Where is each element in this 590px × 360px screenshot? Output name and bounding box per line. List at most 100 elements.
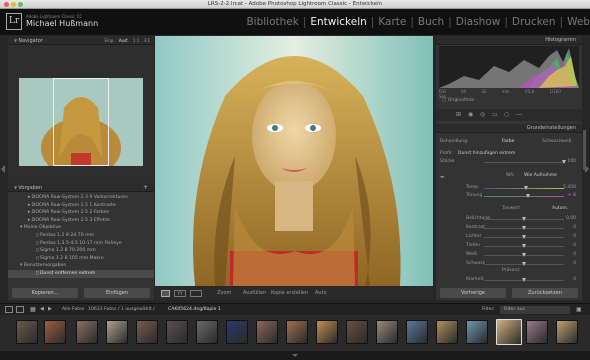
module-entwickeln[interactable]: Entwickeln (310, 16, 366, 28)
preset-item[interactable]: ▸ DOCMA Raw-System 2.5 3 Effekte (8, 217, 154, 225)
profile-value[interactable]: Dunst hinzufügen extrem (458, 151, 515, 156)
treatment-bw[interactable]: Schwarzweiß (542, 139, 571, 144)
filter-lock-icon[interactable]: ▣ (576, 306, 582, 313)
preset-item[interactable]: ▾ Benutzervorgaben (8, 262, 154, 270)
basic-header[interactable]: Grundeinstellungen (436, 124, 582, 133)
preset-item[interactable]: ▸ DOCMA Raw-System 2.5 1 Kontraste (8, 202, 154, 210)
tone-slider-value[interactable]: 0 (573, 225, 576, 230)
filmstrip-thumbnail[interactable] (316, 320, 338, 344)
filmstrip-thumbnail[interactable] (526, 320, 548, 344)
presets-header[interactable]: ▼ Vorgaben + (8, 183, 154, 192)
tone-slider[interactable] (484, 253, 564, 257)
left-panel-toggle-icon[interactable] (1, 165, 5, 173)
filmstrip-filename[interactable]: CAK05624.dng/Kopie 1 (168, 307, 221, 312)
tone-slider-value[interactable]: 0 (573, 243, 576, 248)
tint-slider[interactable] (484, 194, 564, 198)
temp-value[interactable]: 5.450 (563, 185, 576, 190)
preset-item[interactable]: ▸ DOCMA Raw-System 2.5 2 Farben (8, 209, 154, 217)
navigator-preview[interactable] (8, 45, 154, 183)
preset-item[interactable]: ▯ Sigma 1.2 8 105 mm Makro (8, 255, 154, 263)
soft-proof-label[interactable]: Kopie erstellen (271, 290, 308, 296)
paste-button[interactable]: Einfügen (84, 288, 150, 298)
tone-slider-value[interactable]: 0 (573, 261, 576, 266)
crop-tool-icon[interactable]: ⊞ (456, 111, 461, 118)
preset-item[interactable]: ▯ Dunst entfernen extrem (8, 269, 154, 278)
filmstrip-thumbnail[interactable] (226, 320, 248, 344)
filmstrip-thumbnail[interactable] (406, 320, 428, 344)
filmstrip-thumbnail[interactable] (376, 320, 398, 344)
tone-slider[interactable] (484, 226, 564, 230)
amount-slider[interactable] (484, 160, 566, 164)
module-buch[interactable]: Buch (418, 16, 444, 28)
temp-slider[interactable] (484, 186, 564, 190)
spot-removal-icon[interactable]: ◉ (468, 111, 473, 118)
zoom-fill[interactable]: Ausf. (119, 38, 129, 43)
navigator-header[interactable]: ▼ Navigator Einp. Ausf. 1:1 3:1 (8, 36, 154, 45)
clarity-value[interactable]: 0 (573, 277, 576, 282)
previous-button[interactable]: Vorherige (440, 288, 506, 298)
reset-button[interactable]: Zurücksetzen (512, 288, 578, 298)
module-drucken[interactable]: Drucken (512, 16, 556, 28)
histogram[interactable] (439, 46, 579, 88)
filmstrip-thumbnail[interactable] (436, 320, 458, 344)
filmstrip-thumbnail[interactable] (196, 320, 218, 344)
nav-back-icon[interactable]: ◀ (40, 306, 44, 312)
filmstrip-thumbnail[interactable] (556, 320, 578, 344)
nav-forward-icon[interactable]: ▶ (48, 306, 52, 312)
copy-button[interactable]: Kopieren... (12, 288, 78, 298)
filmstrip-thumbnail[interactable] (466, 320, 488, 344)
filmstrip-thumbnail[interactable] (16, 320, 38, 344)
screen-2-icon[interactable] (16, 306, 24, 313)
tone-slider[interactable] (484, 217, 564, 221)
module-bibliothek[interactable]: Bibliothek (246, 16, 298, 28)
wb-eyedropper-icon[interactable]: ✒ (440, 174, 445, 181)
tint-value[interactable]: + 8 (568, 193, 576, 198)
tone-slider[interactable] (484, 262, 564, 266)
tone-slider-value[interactable]: 0 (573, 234, 576, 239)
tone-slider-value[interactable]: 0,00 (566, 216, 576, 221)
filmstrip-thumbnail[interactable] (496, 319, 522, 345)
filter-select[interactable]: Filter aus (500, 306, 570, 314)
tone-slider[interactable] (484, 244, 564, 248)
graduated-filter-icon[interactable]: ▭ (492, 111, 498, 118)
auto-label[interactable]: Auto (315, 290, 327, 296)
red-eye-icon[interactable]: ◎ (480, 111, 485, 118)
filmstrip-thumbnail[interactable] (136, 320, 158, 344)
tone-auto-button[interactable]: Autom. (552, 206, 568, 211)
zoom-1-1[interactable]: 1:1 (133, 38, 139, 43)
main-photo[interactable] (155, 36, 433, 286)
tone-slider-value[interactable]: 0 (573, 252, 576, 257)
zoom-fit[interactable]: Einp. (105, 38, 115, 43)
preset-item[interactable]: ▯ Pentax 1.3.5-4.5 10-17 mm Fisheye (8, 240, 154, 248)
clarity-slider[interactable] (484, 278, 564, 282)
zoom-3-1[interactable]: 3:1 (144, 38, 150, 43)
filmstrip-thumbnail[interactable] (286, 320, 308, 344)
module-karte[interactable]: Karte (378, 16, 406, 28)
preset-item[interactable]: ▸ DOCMA Raw-System 2.3 9 Vorkorrekturen (8, 194, 154, 202)
filmstrip-thumbnail[interactable] (106, 320, 128, 344)
before-after-split-icon[interactable] (190, 290, 202, 297)
treatment-color[interactable]: Farbe (502, 139, 514, 144)
module-web[interactable]: Web (567, 16, 590, 28)
tone-slider[interactable] (484, 235, 564, 239)
filmstrip-thumbnail[interactable] (166, 320, 188, 344)
add-preset-icon[interactable]: + (143, 183, 148, 192)
screen-1-icon[interactable] (5, 306, 13, 313)
filmstrip-thumbnail[interactable] (346, 320, 368, 344)
amount-value[interactable]: 100 (567, 159, 576, 164)
loupe-view-icon[interactable] (161, 290, 170, 297)
module-diashow[interactable]: Diashow (456, 16, 501, 28)
filmstrip-toggle-icon[interactable] (292, 354, 298, 357)
preset-item[interactable]: ▯ Sigma 1.2 8 70-200 mm (8, 247, 154, 255)
preset-item[interactable]: ▯ Pentax 1.2 8-24 70 mm (8, 232, 154, 240)
filmstrip-source[interactable]: Alle Fotos (62, 307, 84, 312)
preset-item[interactable]: ▾ Meine Objektive (8, 224, 154, 232)
zoom-value[interactable]: Ausfüllen (243, 290, 266, 296)
before-after-icon[interactable]: YY (174, 290, 186, 297)
filmstrip-thumbnail[interactable] (256, 320, 278, 344)
histogram-header[interactable]: Histogramm (436, 36, 582, 45)
right-panel-scrollbar[interactable] (583, 130, 586, 170)
brush-tool-icon[interactable]: — (516, 111, 522, 118)
grid-view-icon[interactable]: ▦ (30, 306, 36, 313)
radial-filter-icon[interactable]: ○ (504, 111, 509, 118)
